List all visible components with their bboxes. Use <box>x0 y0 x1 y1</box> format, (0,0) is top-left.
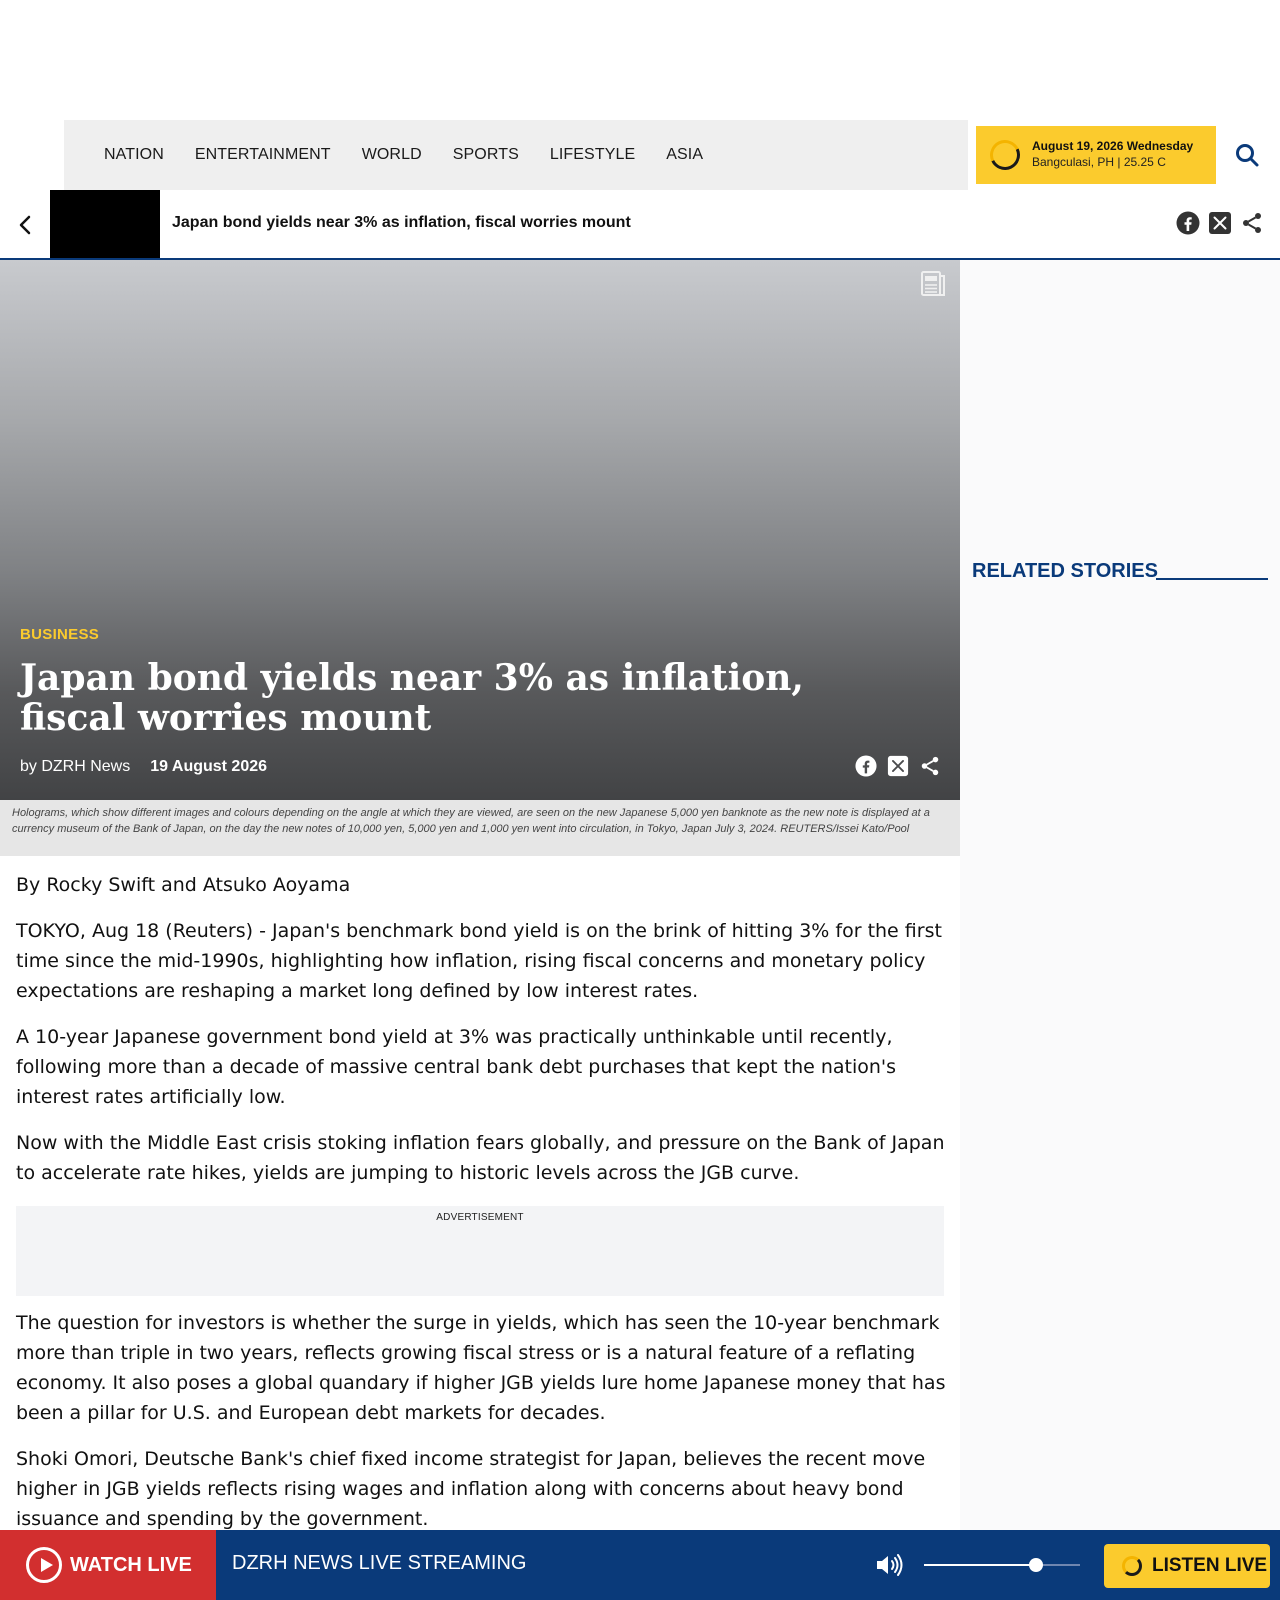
share-icon[interactable] <box>919 755 941 777</box>
volume-fill <box>924 1564 1036 1566</box>
weather-location: Bangculasi, PH | 25.25 C <box>1032 155 1166 169</box>
author[interactable]: by DZRH News <box>20 758 130 776</box>
weather-widget: August 19, 2026 Wednesday Bangculasi, PH… <box>976 126 1216 184</box>
category-label[interactable]: BUSINESS <box>20 626 99 643</box>
listen-live-button[interactable]: LISTEN LIVE <box>1104 1544 1270 1588</box>
hero-image: BUSINESS Japan bond yields near 3% as in… <box>0 260 960 800</box>
titlebar-article-title: Japan bond yields near 3% as inflation, … <box>172 214 631 231</box>
watch-live-button[interactable]: WATCH LIVE <box>0 1530 216 1600</box>
stream-title: DZRH NEWS LIVE STREAMING <box>232 1552 527 1574</box>
live-player-bar: WATCH LIVE DZRH NEWS LIVE STREAMING LIST… <box>0 1530 1280 1600</box>
nav-item-sports[interactable]: SPORTS <box>453 146 519 164</box>
article-title: Japan bond yields near 3% as inflation, … <box>20 657 804 739</box>
top-banner-space <box>0 0 1280 120</box>
byline: by DZRH News 19 August 2026 <box>20 758 267 776</box>
weather-date: August 19, 2026 Wednesday <box>1032 139 1194 154</box>
nav-item-nation[interactable]: NATION <box>104 146 164 164</box>
volume-icon[interactable] <box>874 1552 904 1578</box>
site-logo[interactable] <box>0 120 64 190</box>
article-paragraph: Now with the Middle East crisis stoking … <box>16 1132 945 1184</box>
facebook-icon[interactable] <box>855 755 877 777</box>
share-icon[interactable] <box>1240 211 1264 235</box>
sticky-title-bar: Japan bond yields near 3% as inflation, … <box>0 190 1280 260</box>
article-paragraph: Shoki Omori, Deutsche Bank's chief fixed… <box>16 1448 926 1530</box>
article-byline-paragraph: By Rocky Swift and Atsuko Aoyama <box>16 874 351 896</box>
related-stories-heading: RELATED STORIES <box>972 560 1158 582</box>
nav-menu: NATION ENTERTAINMENT WORLD SPORTS LIFEST… <box>64 120 968 190</box>
x-icon[interactable] <box>1208 211 1232 235</box>
nav-item-entertainment[interactable]: ENTERTAINMENT <box>195 146 331 164</box>
nav-item-lifestyle[interactable]: LIFESTYLE <box>550 146 635 164</box>
x-icon[interactable] <box>887 755 909 777</box>
page: NATION ENTERTAINMENT WORLD SPORTS LIFEST… <box>0 0 1280 1600</box>
article-body-continued: The question for investors is whether th… <box>16 1308 946 1550</box>
article-paragraph: A 10-year Japanese government bond yield… <box>16 1026 897 1108</box>
weather-icon <box>985 135 1025 175</box>
chevron-left-icon[interactable] <box>14 212 38 238</box>
advertisement-label: ADVERTISEMENT <box>436 1212 524 1223</box>
advertisement-slot[interactable]: ADVERTISEMENT <box>16 1206 944 1296</box>
article-paragraph: The question for investors is whether th… <box>16 1312 946 1424</box>
volume-slider-handle[interactable] <box>1029 1558 1043 1572</box>
radio-icon <box>1122 1556 1142 1576</box>
publish-date: 19 August 2026 <box>150 758 268 775</box>
heading-rule <box>1156 578 1268 580</box>
search-icon[interactable] <box>1234 142 1260 168</box>
main-navbar: NATION ENTERTAINMENT WORLD SPORTS LIFEST… <box>0 120 1280 190</box>
facebook-icon[interactable] <box>1176 211 1200 235</box>
article-paragraph: TOKYO, Aug 18 (Reuters) - Japan's benchm… <box>16 920 942 1002</box>
nav-item-asia[interactable]: ASIA <box>666 146 703 164</box>
image-caption: Holograms, which show different images a… <box>0 800 960 856</box>
watch-live-label: WATCH LIVE <box>70 1553 192 1576</box>
nav-item-world[interactable]: WORLD <box>362 146 422 164</box>
listen-live-label: LISTEN LIVE <box>1152 1555 1268 1576</box>
station-logo[interactable] <box>50 190 160 258</box>
play-icon <box>26 1547 62 1583</box>
document-icon[interactable] <box>920 270 946 298</box>
article-body: By Rocky Swift and Atsuko Aoyama TOKYO, … <box>16 870 946 1204</box>
sidebar: RELATED STORIES <box>960 260 1280 1530</box>
